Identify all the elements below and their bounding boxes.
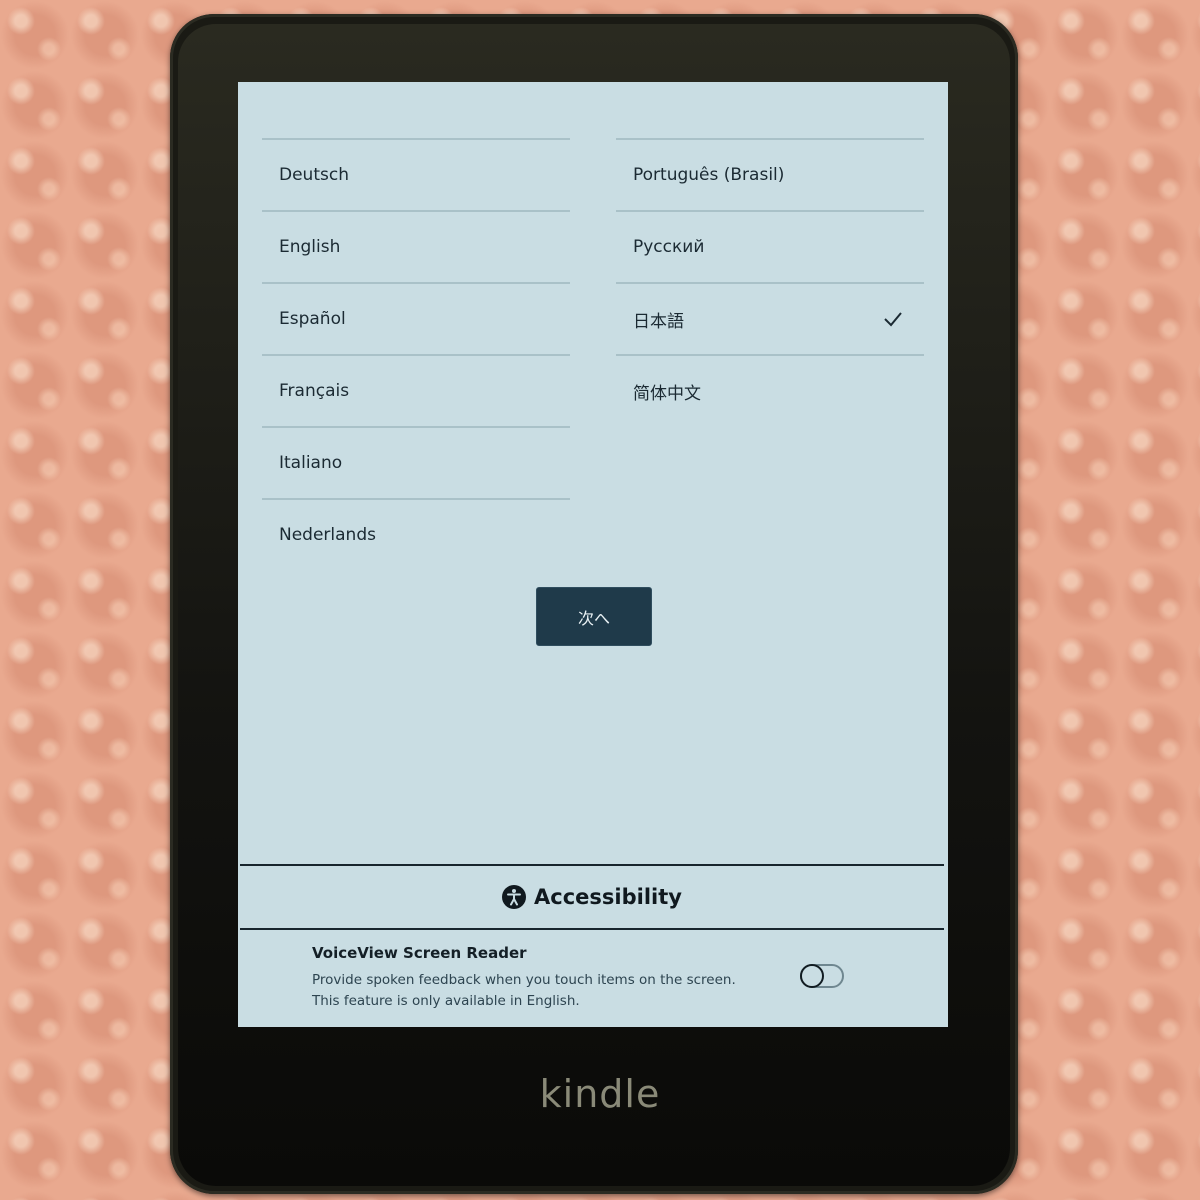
- voiceview-description-line: Provide spoken feedback when you touch i…: [312, 972, 736, 988]
- language-label: Italiano: [279, 453, 343, 473]
- language-item-deutsch[interactable]: Deutsch: [262, 140, 570, 212]
- toggle-knob: [800, 964, 824, 988]
- voiceview-setting: VoiceView Screen Reader Provide spoken f…: [242, 930, 942, 1022]
- device-screen: Deutsch English Español Français Italian…: [238, 82, 948, 1027]
- language-item-russian[interactable]: Русский: [616, 212, 924, 284]
- language-item-english[interactable]: English: [262, 212, 570, 284]
- language-label: Français: [279, 381, 350, 401]
- voiceview-title: VoiceView Screen Reader: [312, 944, 527, 962]
- accessibility-header[interactable]: Accessibility: [240, 864, 944, 930]
- language-item-italiano[interactable]: Italiano: [262, 428, 570, 500]
- language-column-left: Deutsch English Español Français Italian…: [262, 138, 570, 570]
- language-item-espanol[interactable]: Español: [262, 284, 570, 356]
- kindle-logo: kindle: [539, 1072, 661, 1116]
- voiceview-description: Provide spoken feedback when you touch i…: [312, 970, 736, 1012]
- language-item-portugues[interactable]: Português (Brasil): [616, 140, 924, 212]
- checkmark-icon: [884, 312, 902, 327]
- language-item-francais[interactable]: Français: [262, 356, 570, 428]
- next-button[interactable]: 次へ: [536, 587, 652, 646]
- language-item-japanese[interactable]: 日本語: [616, 284, 924, 356]
- language-column-right: Português (Brasil) Русский 日本語 简体中文: [616, 138, 924, 426]
- language-label: 日本語: [633, 311, 684, 332]
- voiceview-description-line: This feature is only available in Englis…: [312, 993, 580, 1009]
- language-item-simplified-chinese[interactable]: 简体中文: [616, 356, 924, 426]
- voiceview-toggle[interactable]: [800, 964, 844, 988]
- language-label: Português (Brasil): [633, 165, 785, 185]
- language-label: Русский: [633, 237, 705, 257]
- language-label: English: [279, 237, 341, 257]
- language-label: Español: [279, 309, 346, 329]
- language-item-nederlands[interactable]: Nederlands: [262, 500, 570, 570]
- language-label: 简体中文: [633, 383, 701, 404]
- accessibility-icon: [502, 885, 527, 909]
- accessibility-title: Accessibility: [534, 885, 682, 909]
- language-label: Nederlands: [279, 525, 376, 545]
- language-label: Deutsch: [279, 165, 349, 185]
